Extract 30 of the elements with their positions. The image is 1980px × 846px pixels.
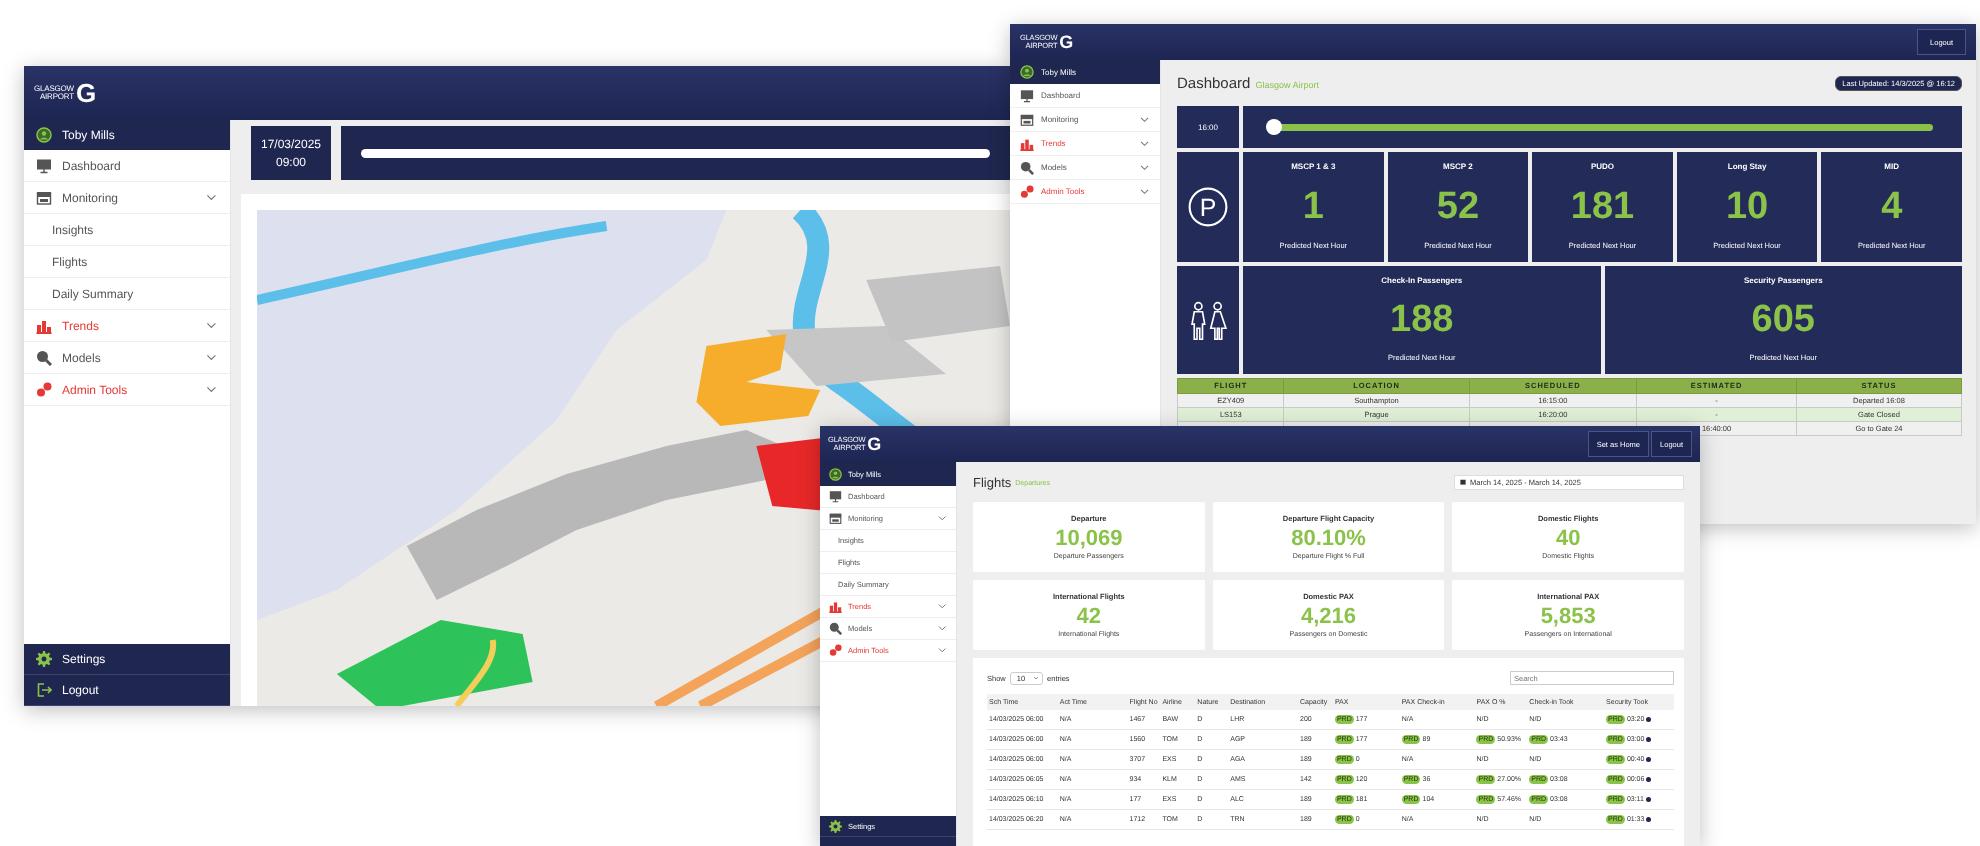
card-value: 10 bbox=[1725, 187, 1769, 225]
user-icon bbox=[36, 127, 52, 143]
user-icon bbox=[1020, 65, 1034, 79]
dot-icon bbox=[1646, 817, 1652, 822]
card-value: 52 bbox=[1436, 187, 1480, 225]
card-value: 10,069 bbox=[1055, 527, 1123, 549]
card-value: 40 bbox=[1555, 527, 1581, 549]
user-icon bbox=[829, 467, 842, 481]
gear-icon bbox=[36, 651, 52, 667]
people-icon bbox=[1186, 298, 1230, 342]
card-value: 42 bbox=[1076, 605, 1102, 627]
dot-icon bbox=[1646, 777, 1652, 782]
calendar-icon bbox=[1460, 479, 1466, 485]
card-value: 4,216 bbox=[1300, 605, 1356, 627]
parking-icon: P bbox=[1187, 186, 1229, 228]
card-value: 1 bbox=[1302, 187, 1324, 225]
card-value: 4 bbox=[1881, 187, 1903, 225]
dot-icon bbox=[1646, 717, 1652, 722]
card-value: 181 bbox=[1570, 187, 1635, 225]
card-value: 80.10% bbox=[1291, 527, 1366, 549]
gear-icon bbox=[829, 819, 842, 833]
card-value: 5,853 bbox=[1540, 605, 1596, 627]
dot-icon bbox=[1645, 797, 1651, 802]
card-value: 605 bbox=[1751, 300, 1815, 338]
dot-icon bbox=[1646, 737, 1652, 742]
slider-thumb[interactable] bbox=[1266, 119, 1282, 135]
dot-icon bbox=[1646, 757, 1652, 762]
exit-icon bbox=[36, 682, 52, 698]
card-value: 188 bbox=[1390, 300, 1454, 338]
slider-track[interactable] bbox=[361, 148, 990, 158]
